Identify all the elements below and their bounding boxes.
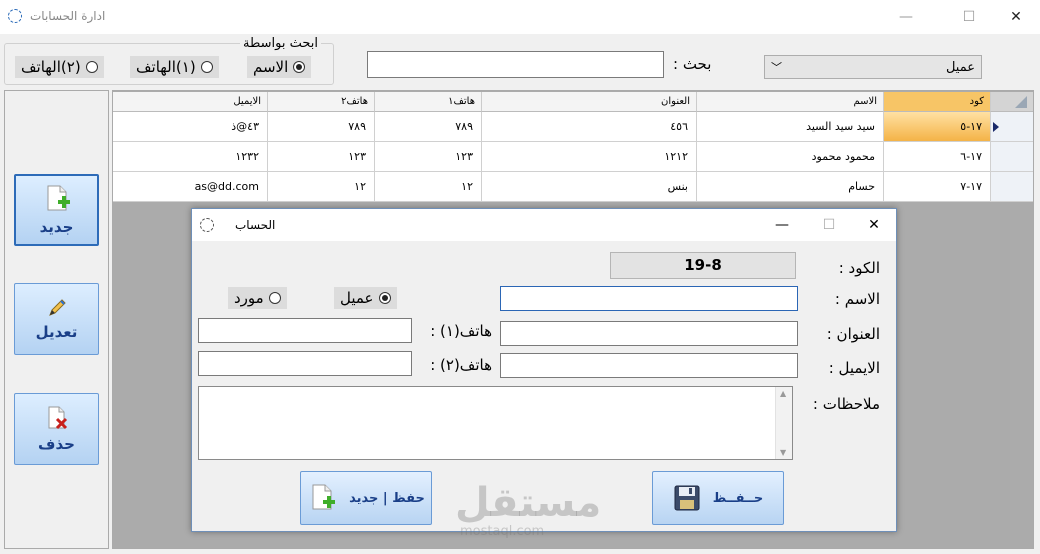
new-button-label: جديد (39, 218, 74, 236)
delete-button[interactable]: حذف (14, 393, 99, 465)
watermark-url: mostaql.com (460, 524, 545, 539)
row-header[interactable] (991, 112, 1033, 142)
dialog-title: الحساب (235, 218, 276, 232)
table-cell[interactable]: ١٢٣ (268, 142, 375, 172)
scroll-down-icon[interactable]: ▼ (780, 448, 786, 457)
current-row-icon (993, 122, 999, 132)
table-cell[interactable]: ٧٨٩ (268, 112, 375, 142)
radio-search-phone2[interactable]: (٢)الهاتف (15, 56, 104, 78)
radio-dot-icon (293, 61, 306, 73)
name-input[interactable] (500, 286, 798, 311)
grid-corner[interactable] (991, 92, 1033, 112)
column-header-phone2[interactable]: هاتف٢ (268, 92, 375, 112)
notes-label: ملاحظات : (812, 395, 880, 413)
radio-search-phone1[interactable]: (١)الهاتف (130, 56, 219, 78)
email-input[interactable] (500, 353, 798, 378)
table-cell[interactable]: ١٢ (375, 172, 482, 202)
column-header-phone1[interactable]: هاتف١ (375, 92, 482, 112)
new-button[interactable]: جديد (14, 174, 99, 246)
delete-button-label: حذف (38, 435, 75, 453)
radio-label: الاسم (253, 58, 289, 76)
code-label: الكود : (838, 259, 880, 277)
dialog-maximize-button[interactable]: ☐ (814, 214, 844, 236)
dialog-icon (200, 218, 214, 232)
delete-document-icon (48, 406, 67, 430)
radio-dot-icon (200, 61, 213, 73)
table-cell[interactable]: ١٢٣٢ (113, 142, 268, 172)
table-cell[interactable]: ٤٣@ذ (113, 112, 268, 142)
table-cell[interactable]: ١٧-٥ (884, 112, 991, 142)
phone2-input[interactable] (198, 351, 412, 376)
radio-type-supplier[interactable]: مورد (228, 287, 287, 309)
radio-search-name[interactable]: الاسم (247, 56, 312, 78)
floppy-disk-icon (674, 485, 700, 511)
search-by-legend: ابحث بواسطة (240, 36, 321, 51)
window-title: ادارة الحسابات (30, 9, 106, 23)
table-cell[interactable]: بنس (482, 172, 697, 202)
phone1-input[interactable] (198, 318, 412, 343)
radio-type-customer[interactable]: عميل (334, 287, 397, 309)
pencil-icon (48, 299, 66, 316)
table-cell[interactable]: محمود محمود (697, 142, 884, 172)
save-button[interactable]: حــفــظ (652, 471, 784, 525)
radio-label: عميل (340, 289, 374, 307)
save-new-button[interactable]: حفظ | جديد (300, 471, 432, 525)
maximize-button[interactable]: ☐ (946, 6, 992, 28)
search-input[interactable] (367, 51, 664, 78)
radio-label: مورد (234, 289, 264, 307)
app-icon (8, 9, 22, 23)
column-header-address[interactable]: العنوان (482, 92, 697, 112)
table-cell[interactable]: as@dd.com (113, 172, 268, 202)
scroll-up-icon[interactable]: ▲ (780, 389, 786, 398)
row-header[interactable] (991, 142, 1033, 172)
table-cell[interactable]: ٤٥٦ (482, 112, 697, 142)
search-label: بحث : (673, 55, 712, 73)
chevron-down-icon: ﹀ (771, 61, 782, 74)
column-header-name[interactable]: الاسم (697, 92, 884, 112)
code-field: 19-8 (610, 252, 796, 279)
table-cell[interactable]: ١٢٣ (375, 142, 482, 172)
table-cell[interactable]: ١٧-٧ (884, 172, 991, 202)
close-button[interactable]: ✕ (993, 6, 1039, 28)
table-cell[interactable]: ١٧-٦ (884, 142, 991, 172)
minimize-button[interactable]: — (883, 6, 929, 28)
new-document-icon (47, 185, 70, 211)
notes-textarea[interactable]: ▲ ▼ (198, 386, 793, 460)
email-label: الايميل : (828, 359, 880, 377)
radio-dot-icon (85, 61, 98, 73)
column-header-code[interactable]: كود (884, 92, 991, 112)
table-cell[interactable]: ١٢١٢ (482, 142, 697, 172)
address-input[interactable] (500, 321, 798, 346)
table-cell[interactable]: حسام (697, 172, 884, 202)
table-cell[interactable]: ٧٨٩ (375, 112, 482, 142)
row-header[interactable] (991, 172, 1033, 202)
save-button-label: حــفــظ (712, 490, 764, 506)
radio-label: (١)الهاتف (136, 58, 196, 76)
radio-dot-icon (378, 292, 391, 304)
new-document-icon (312, 484, 336, 510)
phone1-label: هاتف(١) : (430, 322, 492, 340)
table-cell[interactable]: سيد سيد السيد (697, 112, 884, 142)
account-type-select[interactable]: عميل ﹀ (764, 55, 982, 79)
watermark-logo: مستقل (455, 480, 602, 526)
column-header-email[interactable]: الايميل (113, 92, 268, 112)
table-cell[interactable]: ١٢ (268, 172, 375, 202)
radio-label: (٢)الهاتف (21, 58, 81, 76)
save-new-button-label: حفظ | جديد (349, 490, 425, 506)
dialog-close-button[interactable]: ✕ (859, 214, 889, 236)
name-label: الاسم : (834, 290, 880, 308)
dialog-minimize-button[interactable]: — (767, 214, 797, 236)
edit-button[interactable]: تعديل (14, 283, 99, 355)
select-value: عميل (945, 60, 975, 75)
edit-button-label: تعديل (35, 323, 78, 341)
phone2-label: هاتف(٢) : (430, 356, 492, 374)
radio-dot-icon (268, 292, 281, 304)
notes-scrollbar[interactable]: ▲ ▼ (775, 387, 792, 459)
address-label: العنوان : (826, 325, 880, 343)
